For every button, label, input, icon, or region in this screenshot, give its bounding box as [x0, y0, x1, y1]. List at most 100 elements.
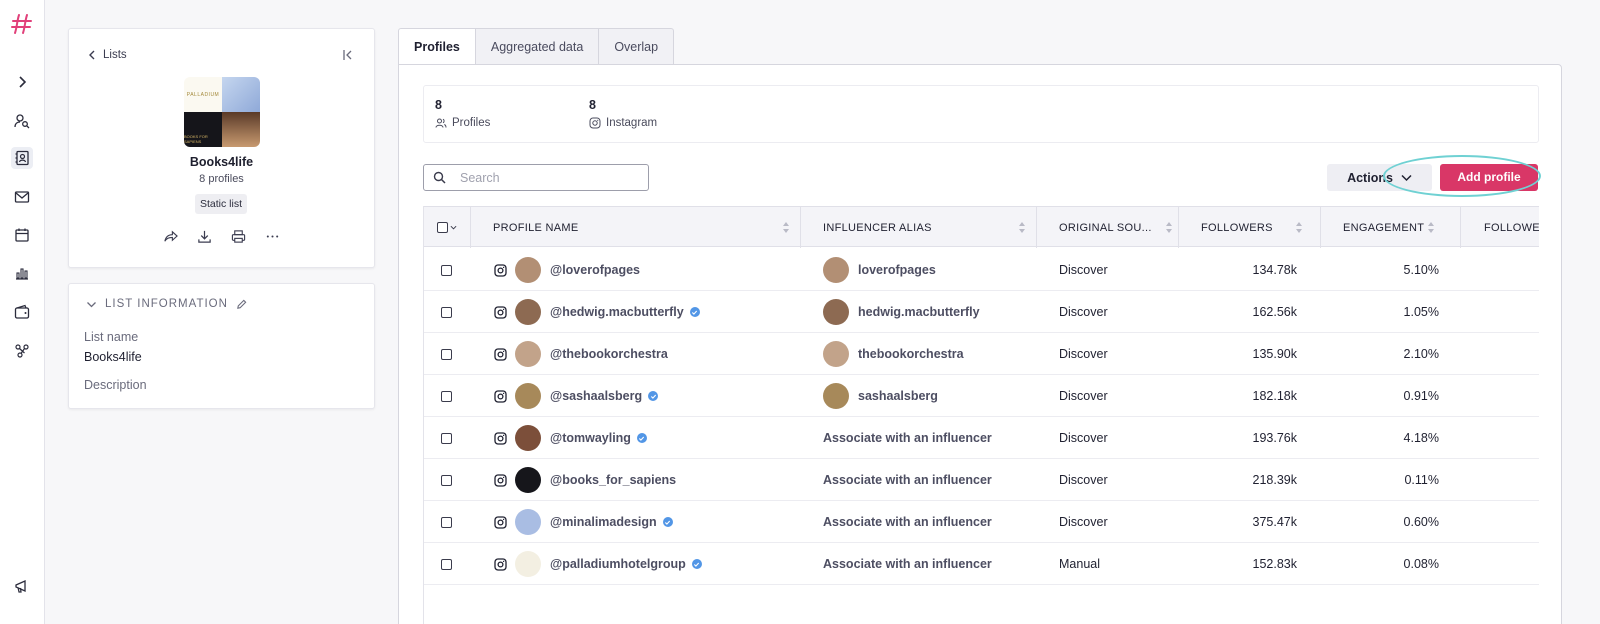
- profile-cell[interactable]: @thebookorchestra: [515, 333, 668, 375]
- table-row[interactable]: @minalimadesign Associate with an influe…: [424, 501, 1539, 543]
- verified-badge-icon: [691, 559, 702, 569]
- row-checkbox[interactable]: [441, 516, 452, 528]
- share-icon[interactable]: [162, 228, 179, 245]
- tab-aggregated-data[interactable]: Aggregated data: [475, 28, 600, 65]
- alias-cell[interactable]: Associate with an influencer: [823, 459, 992, 501]
- followers-cell: 152.83k: [1252, 557, 1297, 571]
- profile-handle[interactable]: @minalimadesign: [550, 515, 673, 529]
- profile-handle-text: @sashaalsberg: [550, 389, 643, 403]
- tab-overlap[interactable]: Overlap: [599, 28, 675, 65]
- profile-handle[interactable]: @sashaalsberg: [550, 389, 659, 403]
- sort-icon[interactable]: [782, 220, 790, 235]
- profile-cell[interactable]: @tomwayling: [515, 417, 647, 459]
- download-icon[interactable]: [196, 228, 213, 245]
- engagement-cell: 0.91%: [1403, 389, 1439, 403]
- row-checkbox[interactable]: [441, 558, 452, 570]
- profiles-panel: 8 Profiles 8 Instagram Actions Add profi…: [398, 64, 1562, 624]
- alias-cell[interactable]: Associate with an influencer: [823, 417, 992, 459]
- calendar-icon[interactable]: [11, 224, 33, 246]
- column-followers[interactable]: FOLLOWERS: [1179, 207, 1321, 248]
- row-checkbox[interactable]: [441, 390, 452, 402]
- profile-handle[interactable]: @books_for_sapiens: [550, 473, 676, 487]
- table-row[interactable]: @books_for_sapiens Associate with an inf…: [424, 459, 1539, 501]
- verified-badge-icon: [636, 433, 647, 443]
- column-followers-extra[interactable]: FOLLOWE: [1461, 207, 1539, 248]
- list-information-toggle[interactable]: LIST INFORMATION: [86, 298, 247, 310]
- sort-icon[interactable]: [1295, 220, 1303, 235]
- alias-cell[interactable]: hedwig.macbutterfly: [823, 291, 980, 333]
- contact-lists-icon[interactable]: [11, 147, 33, 169]
- profile-handle[interactable]: @loverofpages: [550, 263, 640, 277]
- mail-icon[interactable]: [11, 186, 33, 208]
- table-row[interactable]: @palladiumhotelgroup Associate with an i…: [424, 543, 1539, 585]
- table-row[interactable]: @sashaalsberg sashaalsberg Discover 182.…: [424, 375, 1539, 417]
- profiles-table: PROFILE NAME INFLUENCER ALIAS ORIGINAL S…: [423, 206, 1539, 624]
- row-checkbox[interactable]: [441, 348, 452, 360]
- profile-handle-text: @tomwayling: [550, 431, 631, 445]
- wallet-icon[interactable]: [11, 301, 33, 323]
- influencer-alias[interactable]: thebookorchestra: [858, 347, 964, 361]
- row-checkbox[interactable]: [441, 306, 452, 318]
- profile-handle-text: @minalimadesign: [550, 515, 657, 529]
- influencer-alias[interactable]: hedwig.macbutterfly: [858, 305, 980, 319]
- tab-profiles[interactable]: Profiles: [398, 28, 476, 65]
- actions-dropdown-button[interactable]: Actions: [1327, 164, 1432, 191]
- profile-cell[interactable]: @minalimadesign: [515, 501, 673, 543]
- column-profile-name[interactable]: PROFILE NAME: [471, 207, 801, 248]
- print-icon[interactable]: [230, 228, 247, 245]
- stat-instagram: 8 Instagram: [589, 98, 657, 129]
- megaphone-icon[interactable]: [11, 575, 33, 597]
- more-options-icon[interactable]: [264, 228, 281, 245]
- column-influencer-alias[interactable]: INFLUENCER ALIAS: [801, 207, 1037, 248]
- row-checkbox[interactable]: [441, 432, 452, 444]
- sort-icon[interactable]: [1165, 220, 1173, 235]
- users-icon: [435, 118, 447, 128]
- app-logo-icon[interactable]: [10, 12, 34, 36]
- followers-cell: 182.18k: [1252, 389, 1297, 403]
- expand-icon[interactable]: [11, 71, 33, 93]
- influencer-alias[interactable]: Associate with an influencer: [823, 473, 992, 487]
- chevron-down-icon[interactable]: [450, 224, 457, 231]
- alias-cell[interactable]: thebookorchestra: [823, 333, 964, 375]
- collapse-panel-icon[interactable]: [342, 49, 354, 61]
- column-engagement[interactable]: ENGAGEMENT: [1321, 207, 1461, 248]
- profile-cell[interactable]: @books_for_sapiens: [515, 459, 676, 501]
- profile-cell[interactable]: @hedwig.macbutterfly: [515, 291, 700, 333]
- alias-cell[interactable]: Associate with an influencer: [823, 501, 992, 543]
- sort-icon[interactable]: [1427, 220, 1435, 235]
- profile-handle[interactable]: @palladiumhotelgroup: [550, 557, 702, 571]
- list-cover-mosaic: PALLADIUM BOOKS FOR SAPIENS: [184, 77, 260, 147]
- profile-cell[interactable]: @palladiumhotelgroup: [515, 543, 702, 585]
- table-row[interactable]: @tomwayling Associate with an influencer…: [424, 417, 1539, 459]
- influencer-alias[interactable]: loverofpages: [858, 263, 936, 277]
- influencer-alias[interactable]: Associate with an influencer: [823, 557, 992, 571]
- source-cell: Discover: [1059, 515, 1108, 529]
- table-row[interactable]: @hedwig.macbutterfly hedwig.macbutterfly…: [424, 291, 1539, 333]
- user-search-icon[interactable]: [11, 110, 33, 132]
- add-profile-button[interactable]: Add profile: [1440, 164, 1538, 191]
- row-checkbox[interactable]: [441, 474, 452, 486]
- search-input[interactable]: [460, 170, 630, 185]
- row-checkbox[interactable]: [441, 264, 452, 276]
- column-original-source[interactable]: ORIGINAL SOU...: [1037, 207, 1179, 248]
- influencer-alias[interactable]: Associate with an influencer: [823, 515, 992, 529]
- alias-cell[interactable]: loverofpages: [823, 249, 936, 291]
- profile-cell[interactable]: @loverofpages: [515, 249, 640, 291]
- alias-cell[interactable]: Associate with an influencer: [823, 543, 992, 585]
- sort-icon[interactable]: [1018, 220, 1026, 235]
- influencer-alias[interactable]: Associate with an influencer: [823, 431, 992, 445]
- influencer-alias[interactable]: sashaalsberg: [858, 389, 938, 403]
- table-row[interactable]: @loverofpages loverofpages Discover 134.…: [424, 249, 1539, 291]
- network-icon[interactable]: [11, 340, 33, 362]
- profile-handle[interactable]: @tomwayling: [550, 431, 647, 445]
- table-row[interactable]: @thebookorchestra thebookorchestra Disco…: [424, 333, 1539, 375]
- alias-cell[interactable]: sashaalsberg: [823, 375, 938, 417]
- profile-handle[interactable]: @thebookorchestra: [550, 347, 668, 361]
- edit-pencil-icon[interactable]: [236, 299, 247, 310]
- source-cell: Discover: [1059, 431, 1108, 445]
- back-to-lists-link[interactable]: Lists: [87, 49, 127, 61]
- select-all-checkbox[interactable]: [437, 222, 448, 233]
- bar-chart-icon[interactable]: [11, 262, 33, 284]
- profile-handle[interactable]: @hedwig.macbutterfly: [550, 305, 700, 319]
- profile-cell[interactable]: @sashaalsberg: [515, 375, 659, 417]
